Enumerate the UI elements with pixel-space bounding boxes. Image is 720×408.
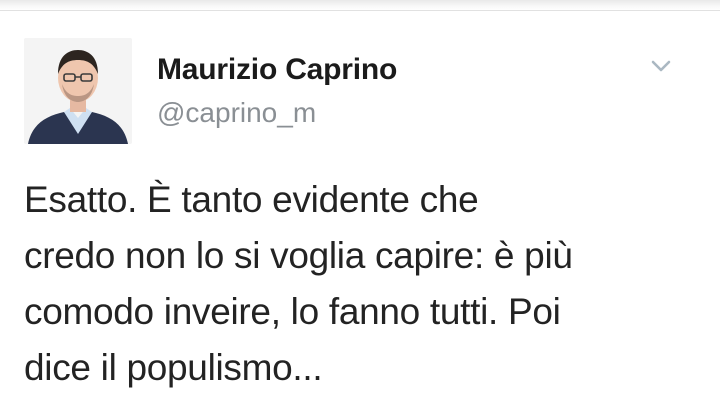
author-handle[interactable]: @caprino_m [157, 95, 316, 131]
author-name[interactable]: Maurizio Caprino [157, 50, 397, 90]
tweet-text-line: dice il populismo... [24, 347, 323, 388]
avatar[interactable] [24, 38, 132, 144]
chevron-down-icon [651, 60, 671, 72]
tweet-text-line: Esatto. È tanto evidente che [24, 179, 479, 220]
tweet-text-line: comodo inveire, lo fanno tutti. Poi [24, 291, 561, 332]
tweet-text-line: credo non lo si voglia capire: è più [24, 235, 573, 276]
avatar-image [24, 38, 132, 144]
tweet-menu-button[interactable] [645, 52, 677, 80]
top-divider [0, 0, 720, 11]
tweet-text: Esatto. È tanto evidente che credo non l… [24, 172, 700, 396]
